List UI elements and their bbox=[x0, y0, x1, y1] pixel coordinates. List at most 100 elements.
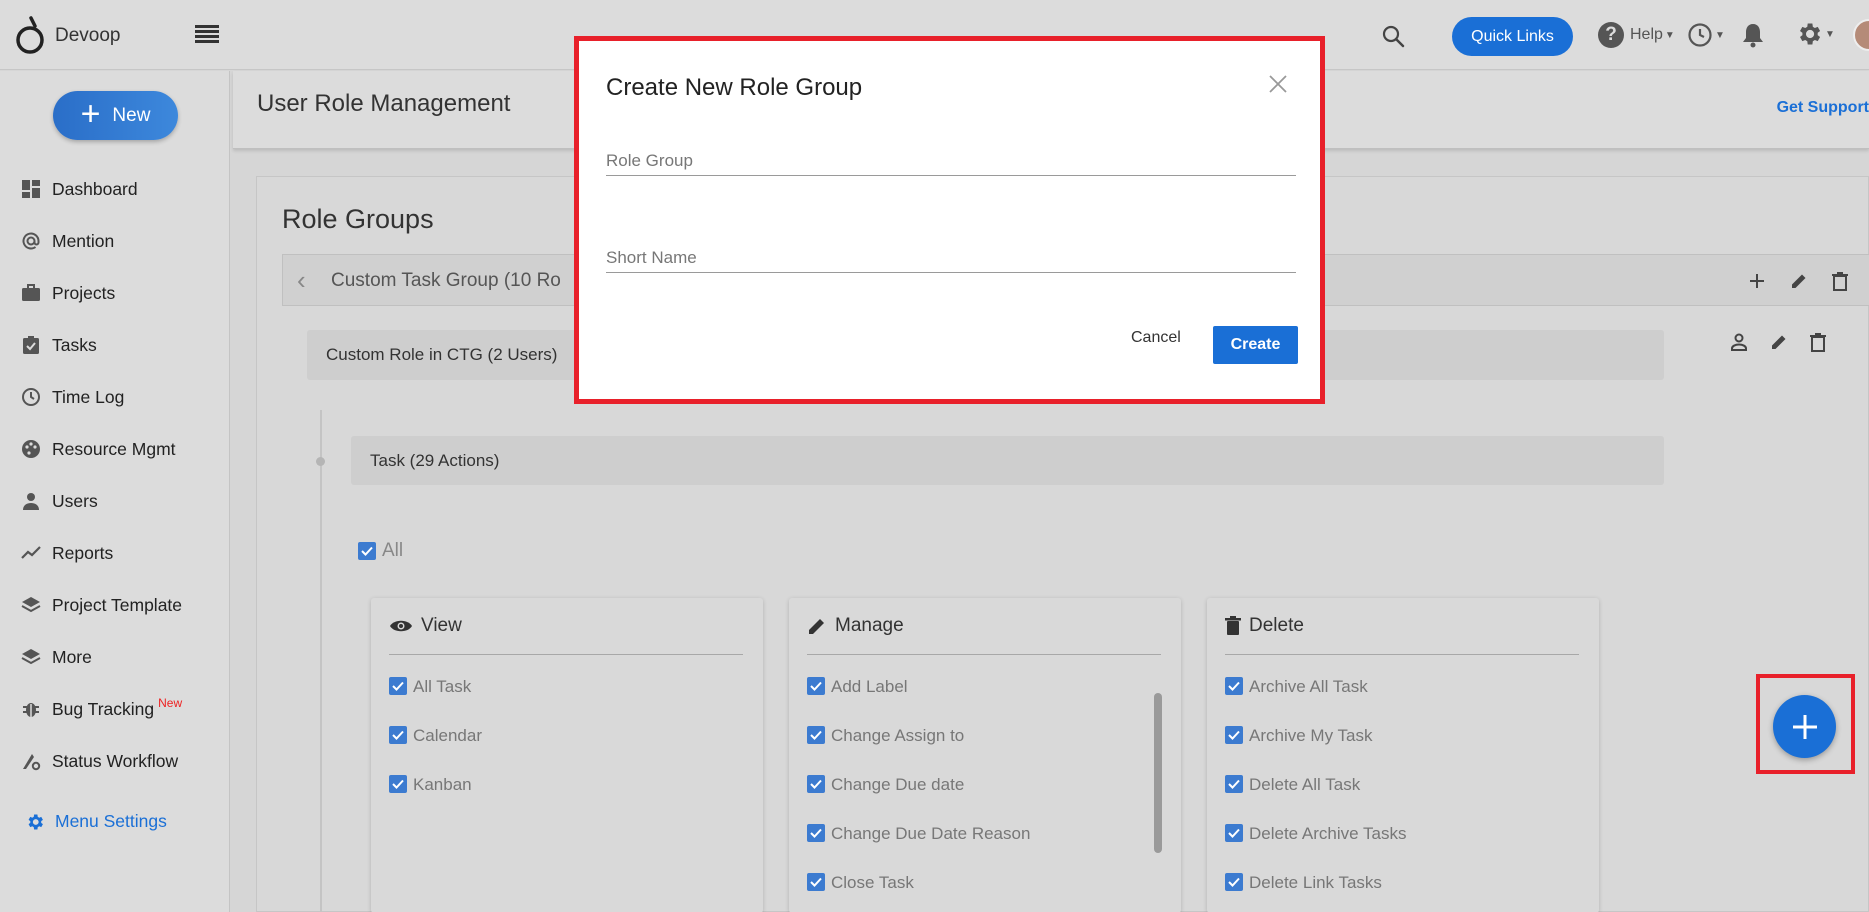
checkbox-checked-icon[interactable] bbox=[807, 824, 825, 842]
permission-item[interactable]: Delete Link Tasks bbox=[1225, 873, 1406, 912]
permission-list: Add Label Change Assign to Change Due da… bbox=[807, 677, 1030, 912]
permission-item[interactable]: Delete Archive Tasks bbox=[1225, 824, 1406, 873]
trash-icon bbox=[1225, 616, 1241, 635]
checkbox-checked-icon[interactable] bbox=[1225, 873, 1243, 891]
pencil-icon bbox=[809, 619, 824, 634]
permission-item[interactable]: Change Due date bbox=[807, 775, 1030, 824]
user-icon bbox=[23, 493, 39, 510]
settings-menu[interactable]: ▼ bbox=[1795, 20, 1835, 48]
permission-item[interactable]: Delete All Task bbox=[1225, 775, 1406, 824]
gear-icon bbox=[1800, 23, 1821, 45]
sidebar-item-dashboard[interactable]: Dashboard bbox=[0, 163, 230, 215]
chevron-left-icon[interactable]: ‹ bbox=[297, 267, 306, 293]
checkbox-checked-icon[interactable] bbox=[389, 726, 407, 744]
permission-label: All Task bbox=[413, 677, 472, 696]
at-icon bbox=[22, 232, 40, 250]
edit-icon[interactable] bbox=[1769, 332, 1789, 352]
avatar[interactable] bbox=[1853, 19, 1869, 51]
task-module-row[interactable]: Task (29 Actions) bbox=[351, 436, 1664, 485]
dialog-title: Create New Role Group bbox=[606, 74, 863, 101]
user-outline-icon[interactable] bbox=[1729, 332, 1749, 352]
sidebar-item-label: More bbox=[52, 646, 92, 667]
permission-label: Delete All Task bbox=[1249, 775, 1361, 794]
sidebar-item-reports[interactable]: Reports bbox=[0, 527, 230, 579]
checkbox-checked-icon[interactable] bbox=[1225, 677, 1243, 695]
checkbox-checked-icon[interactable] bbox=[389, 677, 407, 695]
sidebar-item-project-template[interactable]: Project Template bbox=[0, 579, 230, 631]
tree-connector bbox=[320, 410, 322, 912]
panel-title: Manage bbox=[835, 615, 904, 636]
checkbox-checked-icon[interactable] bbox=[807, 677, 825, 695]
logo-icon bbox=[16, 16, 44, 54]
delete-permissions-panel: Delete Archive All Task Archive My Task … bbox=[1207, 598, 1599, 912]
checkbox-checked-icon[interactable] bbox=[1225, 726, 1243, 744]
checkbox-checked-icon[interactable] bbox=[1225, 824, 1243, 842]
checkbox-checked-icon[interactable] bbox=[807, 726, 825, 744]
sidebar-item-projects[interactable]: Projects bbox=[0, 267, 230, 319]
clock-icon bbox=[1688, 23, 1712, 47]
bell-icon[interactable] bbox=[1741, 22, 1765, 48]
sidebar-item-users[interactable]: Users bbox=[0, 475, 230, 527]
help-menu[interactable]: ? Help ▼ bbox=[1598, 22, 1675, 48]
edit-icon[interactable] bbox=[1789, 271, 1809, 291]
panel-header: Delete bbox=[1225, 615, 1304, 637]
close-icon[interactable] bbox=[1268, 74, 1288, 94]
permission-item[interactable]: Archive All Task bbox=[1225, 677, 1406, 726]
create-button[interactable]: Create bbox=[1213, 326, 1298, 364]
palette-icon bbox=[22, 440, 40, 458]
sidebar-item-mention[interactable]: Mention bbox=[0, 215, 230, 267]
checkbox-checked-icon[interactable] bbox=[389, 775, 407, 793]
checkbox-checked-icon[interactable] bbox=[1225, 775, 1243, 793]
menu-settings-link[interactable]: Menu Settings bbox=[25, 811, 167, 832]
recent-menu[interactable]: ▼ bbox=[1687, 22, 1725, 48]
new-button[interactable]: + New bbox=[53, 91, 178, 140]
new-badge: New bbox=[158, 696, 183, 710]
checkbox-checked-icon[interactable] bbox=[807, 775, 825, 793]
scrollbar[interactable] bbox=[1154, 693, 1162, 853]
trend-icon bbox=[21, 546, 41, 559]
panel-header: Manage bbox=[807, 615, 904, 637]
help-icon: ? bbox=[1598, 22, 1624, 48]
sidebar-item-resource-mgmt[interactable]: Resource Mgmt bbox=[0, 423, 230, 475]
select-all-checkbox[interactable]: All bbox=[358, 540, 403, 562]
layers-icon bbox=[21, 649, 41, 665]
hamburger-menu-icon[interactable] bbox=[195, 25, 219, 45]
sidebar-item-label: Dashboard bbox=[52, 178, 138, 199]
permission-item[interactable]: Change Assign to bbox=[807, 726, 1030, 775]
permission-label: Add Label bbox=[831, 677, 908, 696]
add-icon[interactable] bbox=[1747, 271, 1767, 291]
permission-item[interactable]: All Task bbox=[389, 677, 482, 726]
sidebar-item-status-workflow[interactable]: Status Workflow bbox=[0, 735, 230, 787]
search-icon[interactable] bbox=[1381, 24, 1405, 48]
divider bbox=[1225, 654, 1579, 655]
menu-settings-label: Menu Settings bbox=[55, 811, 167, 831]
sidebar-item-tasks[interactable]: Tasks bbox=[0, 319, 230, 371]
trash-icon[interactable] bbox=[1831, 271, 1849, 291]
short-name-input[interactable] bbox=[606, 248, 1296, 272]
quick-links-button[interactable]: Quick Links bbox=[1452, 17, 1573, 56]
permission-item[interactable]: Close Task bbox=[807, 873, 1030, 912]
role-actions bbox=[1729, 332, 1827, 352]
permission-item[interactable]: Kanban bbox=[389, 775, 482, 824]
eye-icon bbox=[390, 620, 412, 632]
checkbox-checked-icon[interactable] bbox=[807, 873, 825, 891]
permission-item[interactable]: Archive My Task bbox=[1225, 726, 1406, 775]
permission-item[interactable]: Calendar bbox=[389, 726, 482, 775]
permission-item[interactable]: Change Due Date Reason bbox=[807, 824, 1030, 873]
add-fab-button[interactable] bbox=[1773, 695, 1836, 758]
trash-icon[interactable] bbox=[1809, 332, 1827, 352]
cancel-button[interactable]: Cancel bbox=[1131, 329, 1181, 347]
role-group-label: Custom Task Group (10 Ro bbox=[331, 270, 561, 291]
sidebar-item-bug-tracking[interactable]: Bug Tracking New bbox=[0, 683, 230, 735]
permission-label: Change Assign to bbox=[831, 726, 965, 745]
permission-item[interactable]: Add Label bbox=[807, 677, 1030, 726]
role-group-input[interactable] bbox=[606, 151, 1296, 175]
checkbox-checked-icon[interactable] bbox=[358, 542, 376, 560]
layers-icon bbox=[21, 597, 41, 613]
sidebar-item-more[interactable]: More bbox=[0, 631, 230, 683]
get-support-link[interactable]: Get Support bbox=[1777, 99, 1869, 117]
plus-icon bbox=[1792, 714, 1817, 739]
select-all-label: All bbox=[382, 540, 404, 561]
sidebar-item-time-log[interactable]: Time Log bbox=[0, 371, 230, 423]
permission-label: Delete Link Tasks bbox=[1249, 873, 1382, 892]
